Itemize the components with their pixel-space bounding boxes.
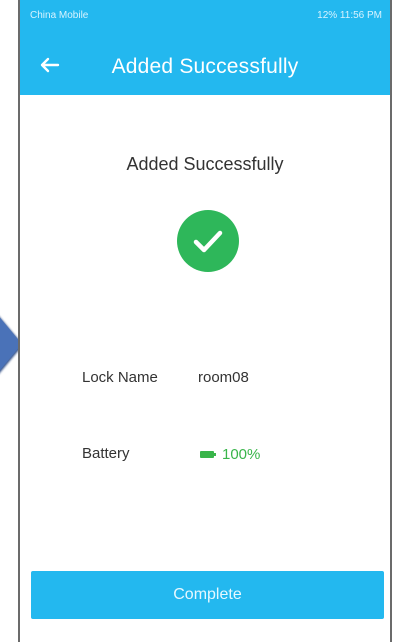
phone-frame: China Mobile 12% 11:56 PM Added Successf… (18, 0, 392, 642)
status-bar: China Mobile 12% 11:56 PM (20, 0, 390, 38)
status-time: 12% 11:56 PM (317, 10, 382, 21)
header-title: Added Successfully (111, 55, 299, 78)
battery-percent: 100% (222, 446, 261, 463)
complete-button[interactable]: Complete (31, 571, 384, 619)
battery-label: Battery (82, 445, 130, 462)
battery-value: 100% (200, 445, 260, 464)
app-header: Added Successfully (20, 38, 390, 95)
success-check-icon (177, 210, 239, 272)
lock-name-row: Lock Name room08 (82, 368, 382, 413)
battery-row: Battery 100% (82, 444, 382, 468)
status-carrier: China Mobile (30, 10, 89, 21)
check-icon (193, 230, 223, 253)
lock-name-label: Lock Name (82, 369, 158, 386)
success-title: Added Successfully (126, 154, 284, 174)
added-successfully-screen: China Mobile 12% 11:56 PM Added Successf… (0, 0, 397, 642)
battery-icon (200, 451, 216, 458)
lock-name-value: room08 (198, 369, 249, 386)
